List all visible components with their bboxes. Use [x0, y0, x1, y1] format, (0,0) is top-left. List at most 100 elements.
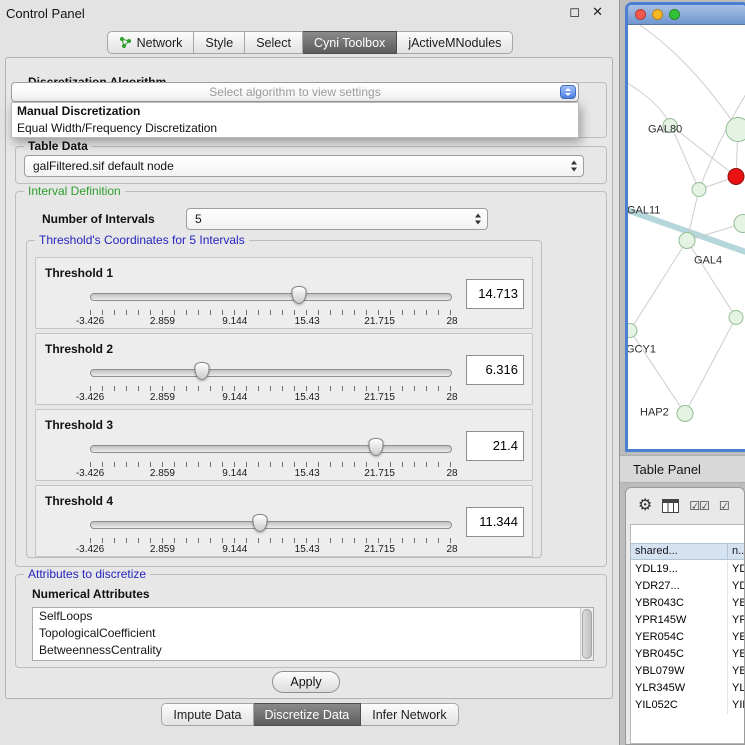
- threshold-2-label: Threshold 2: [45, 342, 113, 356]
- dropdown-option-manual-discretization[interactable]: Manual Discretization: [12, 103, 578, 120]
- close-icon[interactable]: ✕: [592, 5, 603, 19]
- slider-thumb[interactable]: [368, 438, 383, 456]
- window-buttons: ◻ ✕: [569, 5, 603, 19]
- tab-discretize-data[interactable]: Discretize Data: [254, 703, 362, 726]
- table-row[interactable]: YDR27...YDR2...: [631, 578, 744, 595]
- node[interactable]: [692, 183, 706, 197]
- threshold-3-value-field[interactable]: 21.4: [466, 431, 524, 461]
- column-header-shared-name[interactable]: shared...: [631, 544, 728, 559]
- slider-thumb[interactable]: [253, 514, 268, 532]
- node[interactable]: [677, 406, 693, 422]
- minimize-traffic-light-icon[interactable]: [652, 9, 663, 20]
- table-row[interactable]: YBR043CYBR0...: [631, 595, 744, 612]
- tab-infer-network[interactable]: Infer Network: [361, 703, 458, 726]
- arrow-down-icon: [565, 93, 571, 96]
- list-item[interactable]: TopologicalCoefficient: [33, 625, 593, 642]
- table-toolbar: ⚙ ☑☑ ☑: [626, 488, 744, 524]
- threshold-1-value-field[interactable]: 14.713: [466, 279, 524, 309]
- screen: Control Panel ◻ ✕ Network Style Select C…: [0, 0, 745, 745]
- threshold-2-slider[interactable]: -3.4262.8599.14415.4321.71528: [90, 362, 452, 404]
- threshold-1-slider[interactable]: -3.4262.8599.14415.4321.71528: [90, 286, 452, 328]
- combo-stepper[interactable]: [475, 214, 481, 225]
- numerical-attributes-label: Numerical Attributes: [32, 587, 150, 601]
- dropdown-option-equal-width-frequency[interactable]: Equal Width/Frequency Discretization: [12, 120, 578, 137]
- tab-label: Infer Network: [372, 708, 446, 722]
- select-column-icon[interactable]: ☑: [719, 498, 729, 514]
- arrow-up-icon: [571, 161, 577, 165]
- zoom-traffic-light-icon[interactable]: [669, 9, 680, 20]
- thresholds-group: Threshold's Coordinates for 5 Intervals …: [26, 240, 542, 558]
- slider-scale: -3.4262.8599.14415.4321.71528: [90, 392, 452, 404]
- table-row[interactable]: YER054CYER0...: [631, 629, 744, 646]
- slider-thumb[interactable]: [291, 286, 306, 304]
- threshold-3-slider[interactable]: -3.4262.8599.14415.4321.71528: [90, 438, 452, 480]
- slider-track[interactable]: [90, 521, 452, 529]
- threshold-4-label: Threshold 4: [45, 494, 113, 508]
- node-label: GCY1: [628, 344, 656, 356]
- slider-track[interactable]: [90, 445, 452, 453]
- columns-table-icon[interactable]: [662, 499, 679, 513]
- right-area: GAL80 GAL11 GAL4 GCY1 HAP2 Table Panel ⚙: [620, 0, 745, 745]
- apply-button[interactable]: Apply: [272, 671, 340, 693]
- table-data-combobox[interactable]: galFiltered.sif default node: [24, 155, 584, 177]
- node[interactable]: [734, 215, 745, 233]
- list-scrollbar[interactable]: [580, 608, 593, 660]
- slider-ticks: [90, 538, 452, 543]
- float-window-icon[interactable]: ◻: [569, 5, 580, 19]
- node[interactable]: [726, 118, 745, 142]
- tab-label: Network: [137, 36, 183, 50]
- threshold-3-label: Threshold 3: [45, 418, 113, 432]
- interval-definition-group: Interval Definition Number of Intervals …: [15, 191, 607, 567]
- threshold-4-slider[interactable]: -3.4262.8599.14415.4321.71528: [90, 514, 452, 556]
- threshold-1-panel: Threshold 1 -3.4262.8599.14415.4321.7152…: [35, 257, 533, 329]
- cyni-toolbox-panel: Discretization Algorithm Select algorith…: [5, 57, 613, 699]
- columns-table-glyph: [662, 499, 679, 513]
- algorithm-dropdown-popup: Manual Discretization Equal Width/Freque…: [11, 102, 579, 138]
- table-row[interactable]: YPR145WYPR1...: [631, 612, 744, 629]
- settings-gear-icon[interactable]: ⚙: [638, 498, 652, 514]
- threshold-4-value-field[interactable]: 11.344: [466, 507, 524, 537]
- tab-jactivemnodules[interactable]: jActiveMNodules: [397, 31, 513, 54]
- threshold-4-panel: Threshold 4 -3.4262.8599.14415.4321.7152…: [35, 485, 533, 557]
- threshold-2-panel: Threshold 2 -3.4262.8599.14415.4321.7152…: [35, 333, 533, 405]
- slider-track[interactable]: [90, 293, 452, 301]
- slider-scale: -3.4262.8599.14415.4321.71528: [90, 544, 452, 556]
- slider-track[interactable]: [90, 369, 452, 377]
- network-canvas[interactable]: GAL80 GAL11 GAL4 GCY1 HAP2: [628, 25, 745, 449]
- tab-network[interactable]: Network: [107, 31, 195, 54]
- selected-node[interactable]: [728, 169, 744, 185]
- list-item[interactable]: BetweennessCentrality: [33, 642, 593, 659]
- column-header-name[interactable]: n...: [728, 544, 744, 559]
- algorithm-placeholder: Select algorithm to view settings: [12, 85, 578, 99]
- close-traffic-light-icon[interactable]: [635, 9, 646, 20]
- algorithm-combobox[interactable]: Select algorithm to view settings: [11, 82, 579, 102]
- threshold-2-value-field[interactable]: 6.316: [466, 355, 524, 385]
- slider-scale: -3.4262.8599.14415.4321.71528: [90, 468, 452, 480]
- tab-select[interactable]: Select: [245, 31, 303, 54]
- number-of-intervals-combobox[interactable]: 5: [186, 208, 488, 230]
- tab-label: Discretize Data: [265, 708, 350, 722]
- network-nodes[interactable]: [628, 118, 745, 422]
- tab-cyni-toolbox[interactable]: Cyni Toolbox: [303, 31, 397, 54]
- table-row[interactable]: YDL19...YDL1...: [631, 561, 744, 578]
- scrollbar-thumb[interactable]: [582, 609, 592, 659]
- slider-ticks: [90, 462, 452, 467]
- list-item[interactable]: SelfLoops: [33, 608, 593, 625]
- table-row[interactable]: YIL052CYIL0...: [631, 697, 744, 714]
- table-row[interactable]: YBL079WYBL0...: [631, 663, 744, 680]
- top-tabbar: Network Style Select Cyni Toolbox jActiv…: [0, 31, 620, 54]
- tab-style[interactable]: Style: [194, 31, 245, 54]
- node[interactable]: [729, 311, 743, 325]
- node[interactable]: [628, 324, 637, 338]
- table-row[interactable]: YLR345WYLR3...: [631, 680, 744, 697]
- combo-stepper[interactable]: [571, 161, 577, 172]
- table-data-value: galFiltered.sif default node: [25, 159, 583, 173]
- tab-impute-data[interactable]: Impute Data: [161, 703, 253, 726]
- group-title: Attributes to discretize: [24, 567, 150, 581]
- node[interactable]: [679, 233, 695, 249]
- select-all-columns-icon[interactable]: ☑☑: [689, 498, 709, 514]
- combo-stepper-button[interactable]: [560, 85, 576, 99]
- table-row[interactable]: YBR045CYBR0...: [631, 646, 744, 663]
- node-label: GAL4: [694, 255, 722, 267]
- slider-thumb[interactable]: [195, 362, 210, 380]
